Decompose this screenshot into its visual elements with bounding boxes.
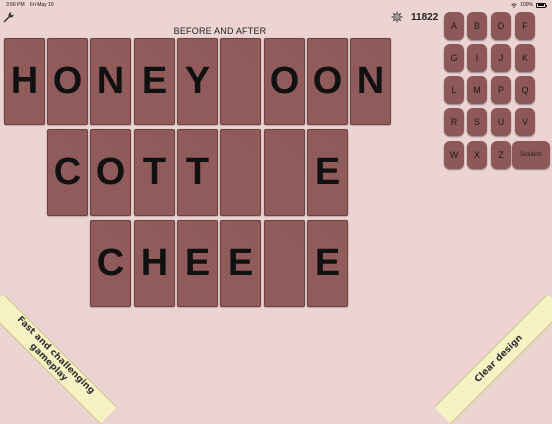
score: 11822: [411, 12, 439, 23]
letter-tile: E: [307, 129, 348, 216]
letter-tile: E: [220, 220, 261, 307]
letter-tile: O: [90, 129, 131, 216]
key-m[interactable]: M: [467, 76, 487, 104]
letter-tile: H: [134, 220, 175, 307]
blank-tile: [264, 129, 305, 216]
status-bar: 3:56 PM Fri May 10 100%: [0, 0, 552, 10]
letter-tile: Y: [177, 38, 218, 125]
battery-percent: 100%: [520, 2, 533, 8]
letter-tile: N: [350, 38, 391, 125]
status-time: 3:56 PM: [6, 2, 25, 8]
letter-tile: T: [177, 129, 218, 216]
letter-tile: C: [47, 129, 88, 216]
letter-tile: E: [134, 38, 175, 125]
key-l[interactable]: L: [444, 76, 464, 104]
solution-button[interactable]: Solution: [512, 141, 550, 169]
key-u[interactable]: U: [491, 108, 511, 136]
key-i[interactable]: I: [467, 44, 487, 72]
key-z[interactable]: Z: [491, 141, 511, 169]
key-p[interactable]: P: [491, 76, 511, 104]
blank-tile: [220, 129, 261, 216]
letter-tile: E: [177, 220, 218, 307]
letter-tile: O: [264, 38, 305, 125]
letter-tile: N: [90, 38, 131, 125]
key-q[interactable]: Q: [515, 76, 535, 104]
letter-tile: O: [47, 38, 88, 125]
promo-banner-right-text: Clear design: [473, 333, 525, 385]
wrench-icon[interactable]: [3, 11, 15, 23]
blank-tile: [220, 38, 261, 125]
promo-banner-left: Fast and challenging gameplay: [0, 293, 118, 424]
letter-tile: O: [307, 38, 348, 125]
page-title: BEFORE AND AFTER: [173, 26, 267, 36]
wifi-icon: [511, 2, 517, 8]
blank-tile: [264, 220, 305, 307]
status-right: 100%: [511, 2, 547, 8]
letter-tile: E: [307, 220, 348, 307]
key-w[interactable]: W: [444, 141, 464, 169]
gear-icon[interactable]: [391, 11, 403, 23]
key-b[interactable]: B: [467, 12, 487, 40]
letter-tile: H: [4, 38, 45, 125]
key-s[interactable]: S: [467, 108, 487, 136]
battery-icon: [536, 2, 547, 8]
key-r[interactable]: R: [444, 108, 464, 136]
key-f[interactable]: F: [515, 12, 535, 40]
key-g[interactable]: G: [444, 44, 464, 72]
key-j[interactable]: J: [491, 44, 511, 72]
status-date: Fri May 10: [30, 2, 54, 8]
key-x[interactable]: X: [467, 141, 487, 169]
key-v[interactable]: V: [515, 108, 535, 136]
promo-banner-left-text: Fast and challenging gameplay: [14, 314, 97, 397]
letter-tile: C: [90, 220, 131, 307]
key-k[interactable]: K: [515, 44, 535, 72]
promo-banner-right: Clear design: [433, 293, 552, 424]
key-a[interactable]: A: [444, 12, 464, 40]
key-d[interactable]: D: [491, 12, 511, 40]
letter-tile: T: [134, 129, 175, 216]
